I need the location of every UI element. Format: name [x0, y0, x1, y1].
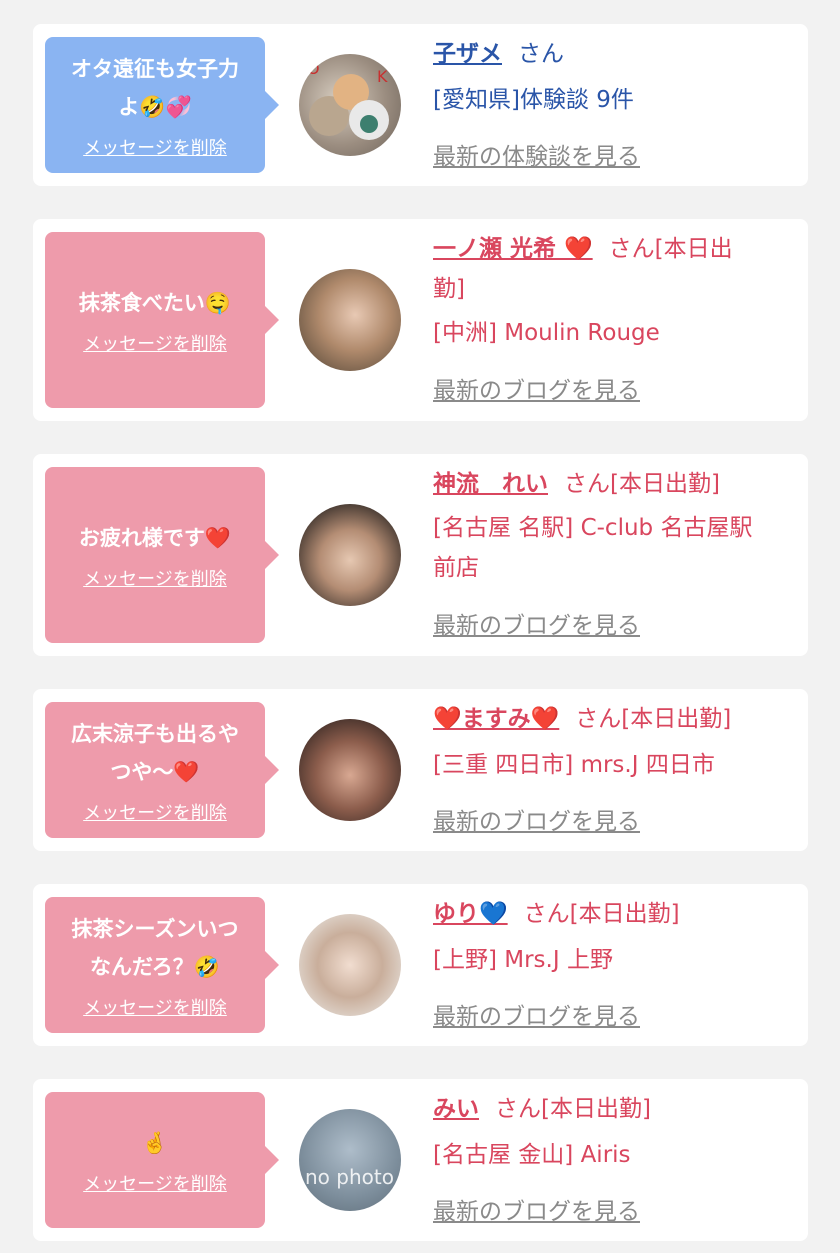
svg-text:O: O: [307, 59, 320, 78]
avatar-illustration: O K: [307, 59, 389, 140]
honorific-status: さん[本日出勤]: [523, 901, 680, 927]
location-text: [愛知県]体験談 9件: [433, 87, 634, 113]
message-text: 広末涼子も出るや つや〜❤️: [71, 722, 239, 784]
see-latest-link[interactable]: 最新のブログを見る: [433, 606, 640, 640]
message-bubble: オタ遠征も女子力 よ🤣💞 メッセージを削除: [45, 37, 279, 173]
message-bubble: 🤞 メッセージを削除: [45, 1092, 279, 1228]
avatar[interactable]: O K: [299, 54, 401, 156]
honorific-status: さん[本日出勤]: [564, 471, 720, 497]
message-text: 抹茶シーズンいつ なんだろ？🤣: [71, 917, 239, 979]
message-bubble: お疲れ様です❤️ メッセージを削除: [45, 467, 279, 643]
message-text: 🤞: [141, 1131, 169, 1155]
profile-name-link[interactable]: みい: [433, 1096, 479, 1122]
honorific-status: さん[本日出勤]: [495, 1096, 651, 1122]
delete-message-link[interactable]: メッセージを削除: [83, 565, 227, 591]
see-latest-link[interactable]: 最新のブログを見る: [433, 997, 640, 1031]
see-latest-link[interactable]: 最新のブログを見る: [433, 1192, 640, 1226]
message-card: 🤞 メッセージを削除 no photo みい さん[本日出勤] [名古屋 金山] …: [33, 1079, 808, 1241]
profile-info: ゆり💙 さん[本日出勤] [上野] Mrs.J 上野: [433, 894, 788, 980]
message-bubble: 抹茶食べたい🤤 メッセージを削除: [45, 232, 279, 408]
profile-info: 神流 れい さん[本日出勤] [名古屋 名駅] C-club 名古屋駅 前店: [433, 464, 788, 588]
status-text: 勤]: [433, 276, 465, 302]
profile-name-link[interactable]: 一ノ瀬 光希 ❤️: [433, 236, 593, 262]
avatar[interactable]: [299, 719, 401, 821]
svg-text:K: K: [377, 67, 388, 86]
avatar[interactable]: [299, 269, 401, 371]
profile-info: 子ザメ さん [愛知県]体験談 9件: [433, 34, 788, 120]
location-text: [三重 四日市] mrs.J 四日市: [433, 752, 715, 778]
message-card: 抹茶シーズンいつ なんだろ？🤣 メッセージを削除 ゆり💙 さん[本日出勤] [上野…: [33, 884, 808, 1046]
honorific-status: さん[本日出: [608, 236, 733, 262]
profile-info: 一ノ瀬 光希 ❤️ さん[本日出 勤] [中洲] Moulin Rouge: [433, 229, 788, 353]
message-card: 抹茶食べたい🤤 メッセージを削除 一ノ瀬 光希 ❤️ さん[本日出 勤] [中洲]…: [33, 219, 808, 421]
location-text: [名古屋 名駅] C-club 名古屋駅 前店: [433, 515, 753, 581]
message-bubble: 広末涼子も出るや つや〜❤️ メッセージを削除: [45, 702, 279, 838]
message-card: お疲れ様です❤️ メッセージを削除 神流 れい さん[本日出勤] [名古屋 名駅]…: [33, 454, 808, 656]
profile-name-link[interactable]: 子ザメ: [433, 41, 502, 67]
profile-name-link[interactable]: ❤️ますみ❤️: [433, 706, 559, 732]
profile-name-link[interactable]: 神流 れい: [433, 471, 548, 497]
delete-message-link[interactable]: メッセージを削除: [83, 994, 227, 1020]
message-bubble: 抹茶シーズンいつ なんだろ？🤣 メッセージを削除: [45, 897, 279, 1033]
message-card: 広末涼子も出るや つや〜❤️ メッセージを削除 ❤️ますみ❤️ さん[本日出勤] …: [33, 689, 808, 851]
message-text: オタ遠征も女子力 よ🤣💞: [71, 57, 239, 119]
delete-message-link[interactable]: メッセージを削除: [83, 799, 227, 825]
location-text: [名古屋 金山] Airis: [433, 1142, 631, 1168]
profile-name-link[interactable]: ゆり💙: [433, 901, 508, 927]
see-latest-link[interactable]: 最新の体験談を見る: [433, 137, 640, 171]
avatar[interactable]: [299, 914, 401, 1016]
message-card: オタ遠征も女子力 よ🤣💞 メッセージを削除 O K 子ザメ さん [愛知県]体験談…: [33, 24, 808, 186]
no-photo-text: no photo: [305, 1165, 394, 1189]
profile-info: みい さん[本日出勤] [名古屋 金山] Airis: [433, 1089, 788, 1175]
profile-info: ❤️ますみ❤️ さん[本日出勤] [三重 四日市] mrs.J 四日市: [433, 699, 788, 785]
message-text: お疲れ様です❤️: [78, 526, 232, 550]
avatar[interactable]: [299, 504, 401, 606]
see-latest-link[interactable]: 最新のブログを見る: [433, 802, 640, 836]
message-text: 抹茶食べたい🤤: [78, 291, 232, 315]
delete-message-link[interactable]: メッセージを削除: [83, 134, 227, 160]
location-text: [中洲] Moulin Rouge: [433, 320, 660, 346]
delete-message-link[interactable]: メッセージを削除: [83, 1170, 227, 1196]
location-text: [上野] Mrs.J 上野: [433, 947, 613, 973]
delete-message-link[interactable]: メッセージを削除: [83, 330, 227, 356]
honorific: さん: [518, 41, 564, 67]
honorific-status: さん[本日出勤]: [575, 706, 732, 732]
see-latest-link[interactable]: 最新のブログを見る: [433, 371, 640, 405]
avatar[interactable]: no photo: [299, 1109, 401, 1211]
